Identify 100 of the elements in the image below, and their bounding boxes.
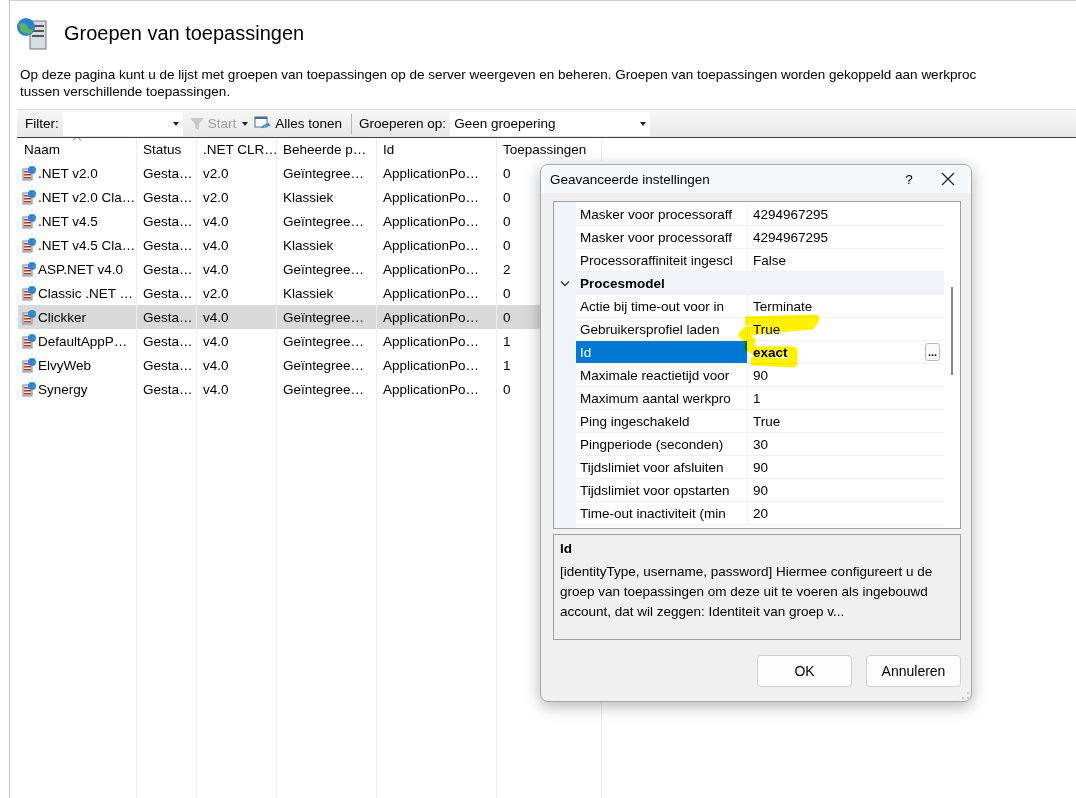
- property-name[interactable]: Maximum aantal werkpro: [576, 387, 748, 410]
- filter-label: Filter:: [25, 116, 59, 131]
- filter-field[interactable]: [62, 111, 183, 136]
- table-cell: 1: [503, 357, 511, 373]
- property-name[interactable]: Masker voor processoraff: [576, 203, 748, 226]
- property-value: Terminate: [753, 298, 813, 314]
- property-name[interactable]: Tijdslimiet voor afsluiten: [576, 456, 748, 479]
- table-row[interactable]: .NET v4.5 Cla… Gesta… v4.0 Klassiek ApplicationPo… 0: [18, 233, 540, 257]
- table-cell: Synergy: [38, 381, 88, 397]
- column-header[interactable]: Naam: [18, 138, 137, 161]
- property-name[interactable]: Time-out inactiviteit (min: [576, 502, 748, 525]
- dropdown-caret-icon[interactable]: [172, 121, 179, 126]
- property-value: 4294967295: [753, 206, 829, 222]
- table-cell: v2.0: [203, 165, 229, 181]
- page-description: Op deze pagina kunt u de lijst met groepen van toepassingen op de server weergeven en beheren. Groepen van toepassingen worden gekoppeld aan werkproc: [20, 67, 978, 82]
- table-cell: 0: [503, 309, 511, 325]
- column-header[interactable]: Beheerde p…: [277, 138, 377, 161]
- table-cell: v2.0: [203, 189, 229, 205]
- table-cell: v2.0: [203, 285, 229, 301]
- app-pool-icon: [21, 285, 37, 301]
- column-header[interactable]: Toepassingen: [497, 138, 602, 161]
- property-value: 90: [753, 482, 769, 498]
- table-cell: ApplicationPo…: [383, 213, 480, 229]
- property-name[interactable]: Actie bij time-out voor in: [576, 295, 748, 318]
- browse-button[interactable]: ...: [925, 343, 940, 361]
- table-cell: Geïntegree…: [283, 381, 365, 397]
- close-icon[interactable]: [941, 172, 955, 186]
- column-header[interactable]: Status: [137, 138, 197, 161]
- property-name[interactable]: Maximale reactietijd voor: [576, 364, 748, 387]
- property-value: 90: [753, 459, 769, 475]
- table-row[interactable]: Clickker Gesta… v4.0 Geïntegree… ApplicationPo… 0: [18, 305, 540, 329]
- property-name[interactable]: Id: [576, 341, 748, 364]
- resize-grip-icon[interactable]: [961, 691, 969, 699]
- dialog-button[interactable]: OK: [757, 655, 852, 687]
- app-pool-icon: [21, 189, 37, 205]
- table-cell: v4.0: [203, 261, 229, 277]
- table-cell: Clickker: [38, 309, 86, 325]
- app-pool-icon: [21, 381, 37, 397]
- table-cell: v4.0: [203, 237, 229, 253]
- property-value: exact: [753, 344, 788, 360]
- table-cell: 0: [503, 237, 511, 253]
- property-value: True: [753, 321, 781, 337]
- globe-server-icon: [16, 16, 50, 50]
- table-row[interactable]: DefaultAppP… Gesta… v4.0 Geïntegree… ApplicationPo… 1: [18, 329, 540, 353]
- table-cell: ApplicationPo…: [383, 165, 480, 181]
- table-row[interactable]: .NET v2.0 Cla… Gesta… v2.0 Klassiek ApplicationPo… 0: [18, 185, 540, 209]
- property-name[interactable]: Ping ingeschakeld: [576, 410, 748, 433]
- table-cell: Gesta…: [143, 213, 193, 229]
- table-row[interactable]: .NET v2.0 Gesta… v2.0 Geïntegree… ApplicationPo… 0: [18, 161, 540, 185]
- table-cell: Geïntegree…: [283, 165, 365, 181]
- table-cell: Geïntegree…: [283, 333, 365, 349]
- table-cell: Gesta…: [143, 261, 193, 277]
- table-cell: Gesta…: [143, 333, 193, 349]
- table-cell: 0: [503, 189, 511, 205]
- table-row[interactable]: ElvyWeb Gesta… v4.0 Geïntegree… ApplicationPo… 1: [18, 353, 540, 377]
- table-cell: ASP.NET v4.0: [38, 261, 124, 277]
- page-title: Groepen van toepassingen: [64, 21, 305, 45]
- show-all-button[interactable]: Alles tonen: [252, 115, 345, 132]
- page-description: tussen verschillende toepassingen.: [20, 84, 232, 99]
- group-by-dropdown[interactable]: Geen groepering: [450, 111, 651, 136]
- column-header[interactable]: .NET CLR…: [197, 138, 277, 161]
- table-cell: ApplicationPo…: [383, 309, 480, 325]
- table-cell: ApplicationPo…: [383, 381, 480, 397]
- column-header[interactable]: Id: [377, 138, 497, 161]
- app-pool-icon: [21, 213, 37, 229]
- help-button[interactable]: ?: [889, 170, 929, 188]
- table-cell: 2: [503, 261, 511, 277]
- property-value: 90: [753, 367, 769, 383]
- property-name[interactable]: Tijdslimiet voor opstarten: [576, 479, 748, 502]
- property-name[interactable]: Masker voor processoraff: [576, 226, 748, 249]
- table-cell: Geïntegree…: [283, 213, 365, 229]
- dropdown-caret-icon[interactable]: [640, 121, 647, 126]
- table-cell: ApplicationPo…: [383, 285, 480, 301]
- table-cell: Geïntegree…: [283, 309, 365, 325]
- app-pool-icon: [21, 309, 37, 325]
- funnel-icon: [188, 115, 205, 132]
- table-cell: 1: [503, 333, 511, 349]
- table-cell: v4.0: [203, 309, 229, 325]
- property-value: 4294967295: [753, 229, 829, 245]
- table-cell: ApplicationPo…: [383, 237, 480, 253]
- app-pool-icon: [21, 165, 37, 181]
- table-row[interactable]: ASP.NET v4.0 Gesta… v4.0 Geïntegree… ApplicationPo… 2: [18, 257, 540, 281]
- table-cell: Klassiek: [283, 237, 334, 253]
- scrollbar-thumb[interactable]: [951, 287, 953, 375]
- chevron-down-icon[interactable]: [560, 280, 570, 287]
- table-cell: .NET v2.0 Cla…: [38, 189, 136, 205]
- table-cell: v4.0: [203, 213, 229, 229]
- table-row[interactable]: Synergy Gesta… v4.0 Geïntegree… ApplicationPo… 0: [18, 377, 540, 401]
- dropdown-caret-icon[interactable]: [242, 121, 249, 126]
- dialog-button[interactable]: Annuleren: [866, 655, 961, 687]
- table-cell: ApplicationPo…: [383, 189, 480, 205]
- property-value: 30: [753, 436, 769, 452]
- property-name[interactable]: Pingperiode (seconden): [576, 433, 748, 456]
- table-cell: ApplicationPo…: [383, 333, 480, 349]
- table-cell: Gesta…: [143, 237, 193, 253]
- table-cell: Klassiek: [283, 285, 334, 301]
- property-value: True: [753, 413, 781, 429]
- table-row[interactable]: .NET v4.5 Gesta… v4.0 Geïntegree… ApplicationPo… 0: [18, 209, 540, 233]
- property-value: 1: [753, 390, 761, 406]
- table-cell: ApplicationPo…: [383, 357, 480, 373]
